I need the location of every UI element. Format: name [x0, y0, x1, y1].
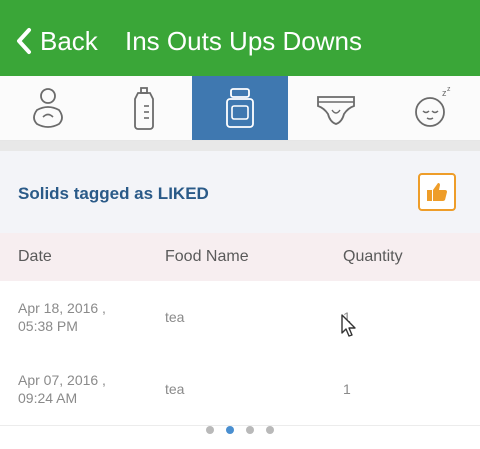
mouse-cursor-icon [341, 314, 356, 337]
tab-diaper[interactable] [288, 76, 384, 140]
row-quantity: 1 [343, 381, 351, 397]
app-header: Back Ins Outs Ups Downs [0, 0, 480, 76]
page-title: Ins Outs Ups Downs [125, 26, 362, 56]
row-date: Apr 07, 2016 , 09:24 AM [18, 372, 106, 406]
chevron-left-icon [17, 28, 31, 54]
page-dot[interactable] [246, 426, 254, 434]
sleeping-baby-icon: z z [415, 86, 451, 127]
page-indicator [0, 426, 480, 446]
column-food-name: Food Name [165, 248, 249, 265]
tab-feeding[interactable] [0, 76, 96, 140]
table-row[interactable]: Apr 07, 2016 , 09:24 AM tea 1 [0, 353, 480, 426]
bottle-icon [134, 87, 154, 130]
back-label: Back [40, 25, 98, 56]
baby-bottle-feed-icon [33, 88, 63, 128]
table-row[interactable]: Apr 18, 2016 , 05:38 PM tea 1 [0, 281, 480, 354]
svg-text:z: z [447, 86, 451, 93]
tab-sleep[interactable]: z z [384, 76, 480, 140]
liked-solids-section: Solids tagged as LIKED [0, 151, 480, 233]
thumbs-up-icon [427, 183, 447, 201]
table-header: Date Food Name Quantity [0, 233, 480, 281]
tab-solids[interactable] [192, 76, 288, 140]
baby-food-jar-icon [226, 88, 254, 128]
row-food-name: tea [165, 309, 185, 325]
tab-bottle[interactable] [96, 76, 192, 140]
column-quantity: Quantity [343, 248, 403, 265]
row-food-name: tea [165, 381, 185, 397]
column-date: Date [18, 248, 52, 265]
section-title: Solids tagged as LIKED [18, 184, 209, 203]
divider [0, 141, 480, 151]
category-tabs: z z [0, 76, 480, 141]
page-dot[interactable] [206, 426, 214, 434]
page-dot[interactable] [266, 426, 274, 434]
liked-filter-button[interactable] [418, 173, 456, 211]
diaper-icon [317, 96, 355, 125]
page-dot-active[interactable] [226, 426, 234, 434]
row-date: Apr 18, 2016 , 05:38 PM [18, 300, 106, 334]
back-button[interactable]: Back [14, 24, 98, 58]
